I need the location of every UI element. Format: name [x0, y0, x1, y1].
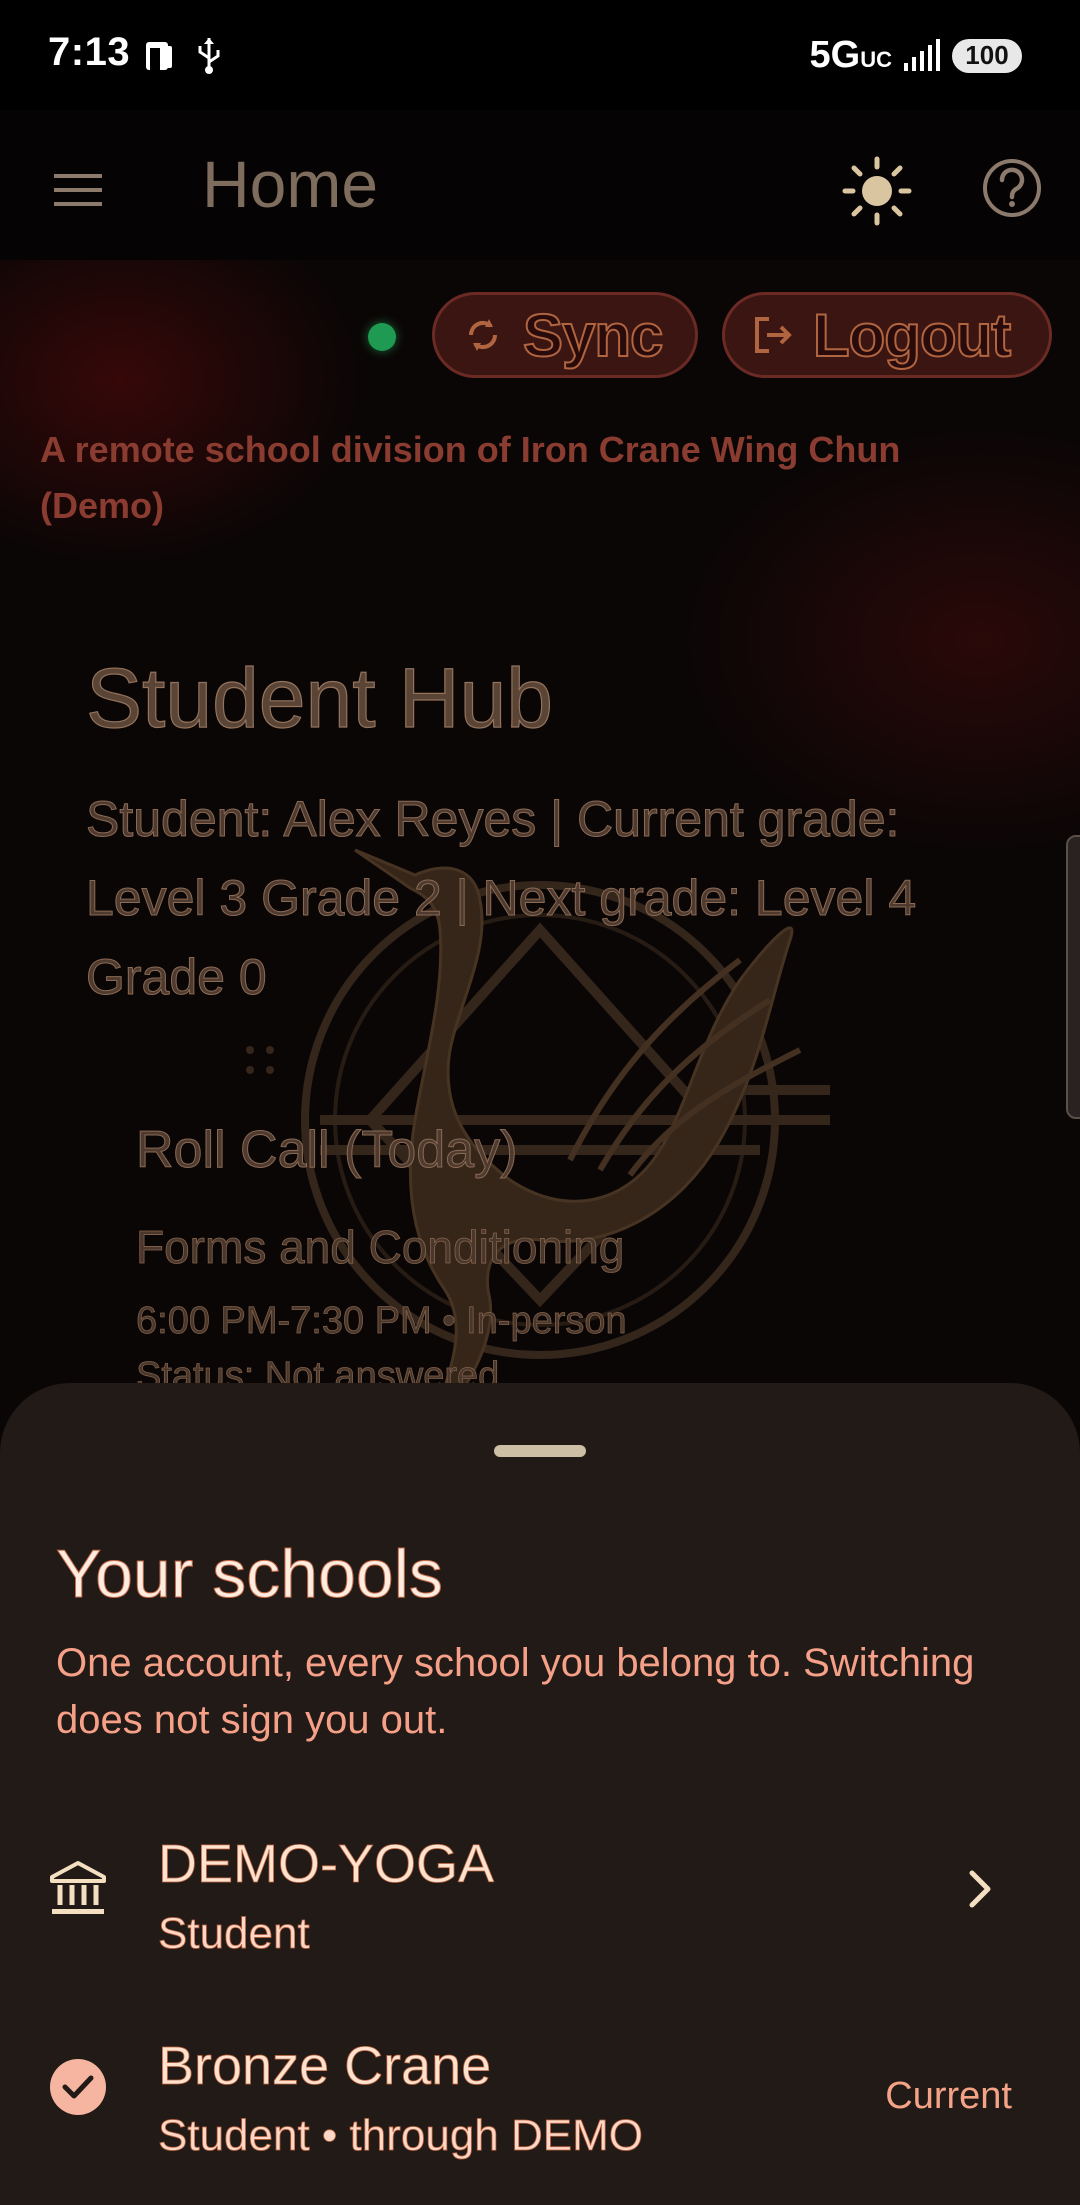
school-role: Student • through DEMO — [158, 2111, 644, 2161]
sheet-title: Your schools — [56, 1536, 444, 1613]
screen: 7:13 5GUC 100 Home Sync Logout A remote … — [0, 0, 1080, 2205]
sync-button[interactable]: Sync — [432, 292, 698, 378]
hub-student-info: Student: Alex Reyes | Current grade: Lev… — [86, 791, 917, 1006]
school-name: DEMO-YOGA — [158, 1834, 495, 1895]
online-status-dot — [368, 323, 396, 351]
logout-label: Logout — [812, 301, 1012, 370]
chevron-right-icon — [969, 1870, 991, 1908]
school-division-text: A remote school division of Iron Crane W… — [40, 429, 901, 526]
status-right: 5GUC 100 — [810, 34, 1022, 77]
sync-label: Sync — [522, 301, 664, 370]
network-suffix: UC — [860, 47, 892, 72]
roll-call-title: Roll Call (Today) — [135, 1121, 518, 1180]
help-circle-icon[interactable] — [980, 156, 1044, 220]
school-name: Bronze Crane — [158, 2036, 492, 2097]
usb-icon — [198, 38, 220, 74]
logout-icon — [755, 317, 792, 353]
roll-call-class-time: 6:00 PM-7:30 PM • In-person — [136, 1300, 627, 1343]
network-type: 5GUC — [810, 34, 892, 77]
battery-indicator: 100 — [952, 38, 1022, 73]
hub-title: Student Hub — [85, 650, 554, 745]
sync-icon — [468, 319, 498, 351]
app-bar: Home — [0, 110, 1080, 260]
hamburger-menu-icon[interactable] — [48, 160, 108, 220]
school-row-demo-yoga[interactable]: DEMO-YOGA Student — [0, 1803, 1080, 1993]
logout-button[interactable]: Logout — [722, 292, 1052, 378]
roll-call-class-name[interactable]: Forms and Conditioning — [136, 1220, 625, 1274]
school-row-bronze-crane[interactable]: Bronze Crane Student • through DEMO Curr… — [0, 2005, 1080, 2195]
schools-bottom-sheet: Your schools One account, every school y… — [0, 1383, 1080, 2205]
phone-notification-icon — [146, 42, 172, 70]
school-role: Student — [158, 1909, 310, 1959]
page-title: Home — [202, 147, 379, 221]
check-icon — [62, 2075, 94, 2099]
sheet-subtitle: One account, every school you belong to.… — [56, 1641, 975, 1742]
bank-icon — [50, 1861, 106, 1914]
status-notification-icons — [140, 36, 224, 76]
network-label: 5G — [809, 34, 861, 76]
status-time: 7:13 — [48, 30, 131, 74]
status-bar: 7:13 5GUC 100 — [0, 0, 1080, 110]
signal-icon — [904, 38, 940, 71]
check-circle-icon — [50, 2059, 106, 2115]
scrollbar-thumb[interactable] — [1066, 835, 1080, 1119]
current-school-badge: Current — [885, 2075, 1012, 2117]
sun-icon[interactable] — [842, 156, 912, 226]
sheet-drag-handle[interactable] — [494, 1445, 586, 1457]
